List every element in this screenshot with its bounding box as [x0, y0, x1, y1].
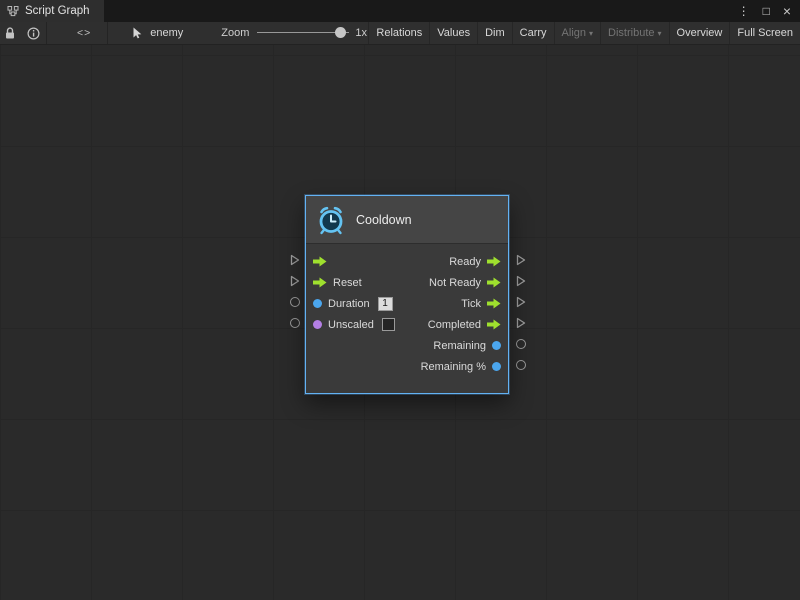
port-label-remaining: Remaining — [433, 340, 486, 352]
dropdown-arrow-icon: ▾ — [658, 29, 662, 38]
info-icon[interactable] — [21, 22, 46, 44]
toolbar-divider — [107, 22, 108, 44]
graph-canvas[interactable]: Cooldown Ready — [0, 45, 800, 600]
port-label-ready: Ready — [449, 256, 481, 268]
window-menu-icon[interactable]: ⋮ — [738, 0, 750, 22]
flow-in-icon[interactable] — [313, 277, 327, 288]
port-row: Remaining % — [306, 356, 508, 377]
carry-label: Carry — [520, 27, 547, 39]
port-label-duration: Duration — [328, 298, 370, 310]
port-label-unscaled: Unscaled — [328, 319, 374, 331]
ext-port-unscaled[interactable] — [290, 317, 300, 329]
ext-port-remaining-percent[interactable] — [516, 359, 526, 371]
ext-port-remaining[interactable] — [516, 338, 526, 350]
distribute-button[interactable]: Distribute ▾ — [600, 22, 668, 44]
dropdown-arrow-icon: ▾ — [589, 29, 593, 38]
maximize-icon[interactable]: □ — [763, 0, 770, 22]
port-row: Unscaled Completed — [306, 314, 508, 335]
ext-port-flow-in[interactable] — [290, 254, 300, 266]
dim-button[interactable]: Dim — [477, 22, 512, 44]
node-ports: Ready Reset Not Ready — [306, 244, 508, 393]
fullscreen-button[interactable]: Full Screen — [729, 22, 800, 44]
close-icon[interactable]: × — [783, 0, 791, 22]
port-row: Reset Not Ready — [306, 272, 508, 293]
tab-title: Script Graph — [25, 5, 90, 17]
graph-context[interactable]: enemy — [132, 27, 183, 39]
code-icon[interactable]: <> — [61, 22, 107, 44]
context-label: enemy — [150, 27, 183, 39]
values-label: Values — [437, 27, 470, 39]
distribute-label: Distribute — [608, 27, 654, 39]
window-controls: ⋮ □ × — [738, 0, 800, 22]
relations-label: Relations — [376, 27, 422, 39]
float-port-icon[interactable] — [492, 362, 501, 371]
cooldown-node[interactable]: Cooldown Ready — [305, 195, 509, 394]
port-label-completed: Completed — [428, 319, 481, 331]
flow-out-icon[interactable] — [487, 256, 501, 267]
alarm-clock-icon — [316, 205, 346, 235]
toolbar-divider — [46, 22, 47, 44]
align-button[interactable]: Align ▾ — [554, 22, 600, 44]
node-title: Cooldown — [356, 213, 412, 227]
port-label-not-ready: Not Ready — [429, 277, 481, 289]
duration-field[interactable] — [378, 297, 393, 311]
ext-port-tick[interactable] — [516, 296, 526, 308]
values-button[interactable]: Values — [429, 22, 477, 44]
unscaled-checkbox[interactable] — [382, 318, 395, 331]
overview-button[interactable]: Overview — [669, 22, 730, 44]
port-row: Ready — [306, 251, 508, 272]
graph-toolbar: <> enemy Zoom 1x Relations Values Dim Ca… — [0, 22, 800, 45]
overview-label: Overview — [677, 27, 723, 39]
float-port-icon[interactable] — [313, 299, 322, 308]
cooldown-node-header[interactable]: Cooldown — [306, 196, 508, 244]
ext-port-duration[interactable] — [290, 296, 300, 308]
titlebar: Script Graph ⋮ □ × — [0, 0, 800, 22]
float-port-icon[interactable] — [492, 341, 501, 350]
toolbar-buttons: Relations Values Dim Carry Align ▾ Distr… — [368, 22, 800, 44]
fullscreen-label: Full Screen — [737, 27, 793, 39]
tab-script-graph[interactable]: Script Graph — [0, 0, 104, 22]
flow-out-icon[interactable] — [487, 319, 501, 330]
pointer-icon — [132, 27, 144, 39]
zoom-slider[interactable] — [257, 22, 349, 44]
relations-button[interactable]: Relations — [368, 22, 429, 44]
flow-out-icon[interactable] — [487, 277, 501, 288]
port-label-remaining-percent: Remaining % — [421, 361, 486, 373]
zoom-slider-knob[interactable] — [335, 27, 346, 38]
zoom-value: 1x — [355, 27, 367, 39]
lock-icon[interactable] — [0, 22, 21, 44]
port-row: Remaining — [306, 335, 508, 356]
dim-label: Dim — [485, 27, 505, 39]
ext-port-ready[interactable] — [516, 254, 526, 266]
port-label-reset: Reset — [333, 277, 362, 289]
carry-button[interactable]: Carry — [512, 22, 554, 44]
ext-port-completed[interactable] — [516, 317, 526, 329]
port-row: Duration Tick — [306, 293, 508, 314]
flow-out-icon[interactable] — [487, 298, 501, 309]
ext-port-not-ready[interactable] — [516, 275, 526, 287]
graph-icon — [7, 5, 19, 17]
port-label-tick: Tick — [461, 298, 481, 310]
zoom-label: Zoom — [221, 27, 249, 39]
align-label: Align — [562, 27, 586, 39]
ext-port-reset[interactable] — [290, 275, 300, 287]
bool-port-icon[interactable] — [313, 320, 322, 329]
flow-in-icon[interactable] — [313, 256, 327, 267]
